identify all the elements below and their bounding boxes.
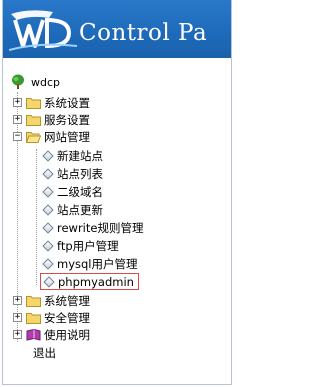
tree-leaf-rewrite-rules[interactable]: rewrite规则管理 bbox=[42, 219, 143, 236]
collapse-toggle-icon[interactable]: − bbox=[13, 132, 22, 141]
tree-leaf-label: 二级域名 bbox=[57, 184, 103, 199]
folder-icon bbox=[26, 312, 41, 324]
folder-icon bbox=[26, 97, 41, 109]
diamond-icon bbox=[42, 149, 54, 162]
diamond-icon bbox=[42, 167, 54, 180]
header-banner: Control Pa bbox=[3, 0, 231, 58]
tree-leaf-new-site[interactable]: 新建站点 bbox=[42, 147, 103, 164]
tree-node-label: 安全管理 bbox=[44, 310, 90, 325]
logout-link[interactable]: 退出 bbox=[33, 344, 56, 361]
diamond-icon bbox=[42, 203, 54, 216]
wdcp-logo bbox=[9, 10, 78, 51]
expand-toggle-icon[interactable]: + bbox=[13, 313, 22, 322]
tree-node-service-settings[interactable]: + 服务设置 bbox=[13, 111, 90, 128]
logout-label: 退出 bbox=[33, 345, 56, 360]
tree-leaf-label: 站点列表 bbox=[57, 166, 103, 181]
sidebar-frame: Control Pa wdcp + 系统设置 + 服务设置 − 网站管理 新建站… bbox=[2, 0, 232, 385]
tree-node-system-management[interactable]: + 系统管理 bbox=[13, 292, 90, 309]
diamond-icon bbox=[42, 185, 54, 198]
tree-node-label: 服务设置 bbox=[44, 112, 90, 127]
folder-icon bbox=[26, 295, 41, 307]
tree-leaf-label: 新建站点 bbox=[57, 148, 103, 163]
tree-leaf-label: mysql用户管理 bbox=[57, 256, 138, 271]
tree-node-label: 网站管理 bbox=[44, 129, 90, 144]
tree-leaf-subdomain[interactable]: 二级域名 bbox=[42, 183, 103, 200]
tree-icon bbox=[12, 74, 24, 89]
folder-icon bbox=[26, 114, 41, 126]
tree-guide-line bbox=[36, 149, 37, 285]
tree-leaf-label: rewrite规则管理 bbox=[57, 220, 144, 235]
tree-root-label: wdcp bbox=[31, 75, 61, 89]
tree-node-label: 使用说明 bbox=[44, 327, 90, 342]
tree-node-help[interactable]: + 使用说明 bbox=[13, 326, 90, 343]
tree-node-security-management[interactable]: + 安全管理 bbox=[13, 309, 90, 326]
tree-leaf-ftp-users[interactable]: ftp用户管理 bbox=[42, 237, 119, 254]
banner-title: Control Pa bbox=[79, 20, 208, 46]
tree-node-site-management[interactable]: − 网站管理 bbox=[13, 128, 90, 145]
diamond-icon bbox=[42, 239, 54, 252]
tree-leaf-label: ftp用户管理 bbox=[57, 238, 119, 253]
diamond-icon bbox=[42, 257, 54, 270]
tree-leaf-site-update[interactable]: 站点更新 bbox=[42, 201, 103, 218]
tree-node-system-settings[interactable]: + 系统设置 bbox=[13, 94, 90, 111]
tree-node-label: 系统管理 bbox=[44, 293, 90, 308]
tree-leaf-label: 站点更新 bbox=[57, 202, 103, 217]
diamond-icon bbox=[42, 221, 54, 234]
expand-toggle-icon[interactable]: + bbox=[13, 98, 22, 107]
tree-root[interactable]: wdcp bbox=[11, 74, 60, 90]
book-icon bbox=[26, 328, 41, 341]
expand-toggle-icon[interactable]: + bbox=[13, 296, 22, 305]
tree-node-label: 系统设置 bbox=[44, 95, 90, 110]
diamond-icon bbox=[43, 275, 55, 288]
open-folder-icon bbox=[26, 131, 41, 143]
expand-toggle-icon[interactable]: + bbox=[13, 115, 22, 124]
tree-leaf-mysql-users[interactable]: mysql用户管理 bbox=[42, 255, 138, 272]
expand-toggle-icon[interactable]: + bbox=[13, 330, 22, 339]
tree-leaf-phpmyadmin[interactable]: phpmyadmin bbox=[40, 273, 139, 290]
tree-leaf-label: phpmyadmin bbox=[58, 274, 134, 289]
tree-leaf-site-list[interactable]: 站点列表 bbox=[42, 165, 103, 182]
